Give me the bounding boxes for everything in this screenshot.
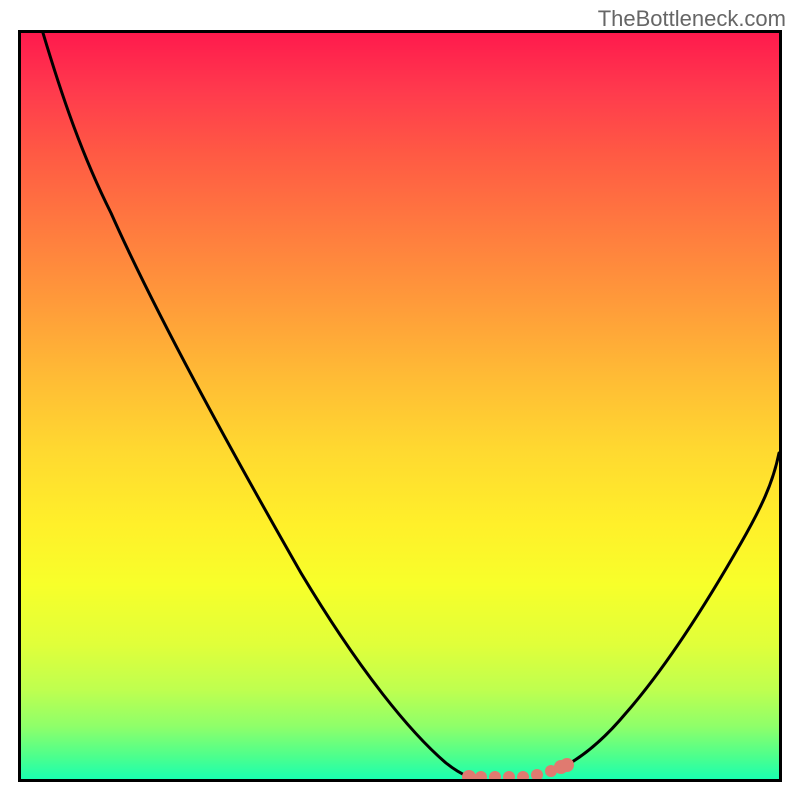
- right-curve: [567, 453, 779, 765]
- dot: [462, 770, 476, 779]
- plot-frame: [18, 30, 782, 782]
- dot: [503, 771, 515, 779]
- dot: [531, 769, 543, 779]
- chart-svg: [21, 33, 779, 779]
- dot: [560, 758, 574, 772]
- chart-container: TheBottleneck.com: [0, 0, 800, 800]
- valley-dots: [462, 758, 574, 779]
- dot: [517, 771, 529, 779]
- dot: [475, 771, 487, 779]
- watermark-text: TheBottleneck.com: [598, 6, 786, 32]
- left-curve: [43, 33, 469, 777]
- dot: [489, 771, 501, 779]
